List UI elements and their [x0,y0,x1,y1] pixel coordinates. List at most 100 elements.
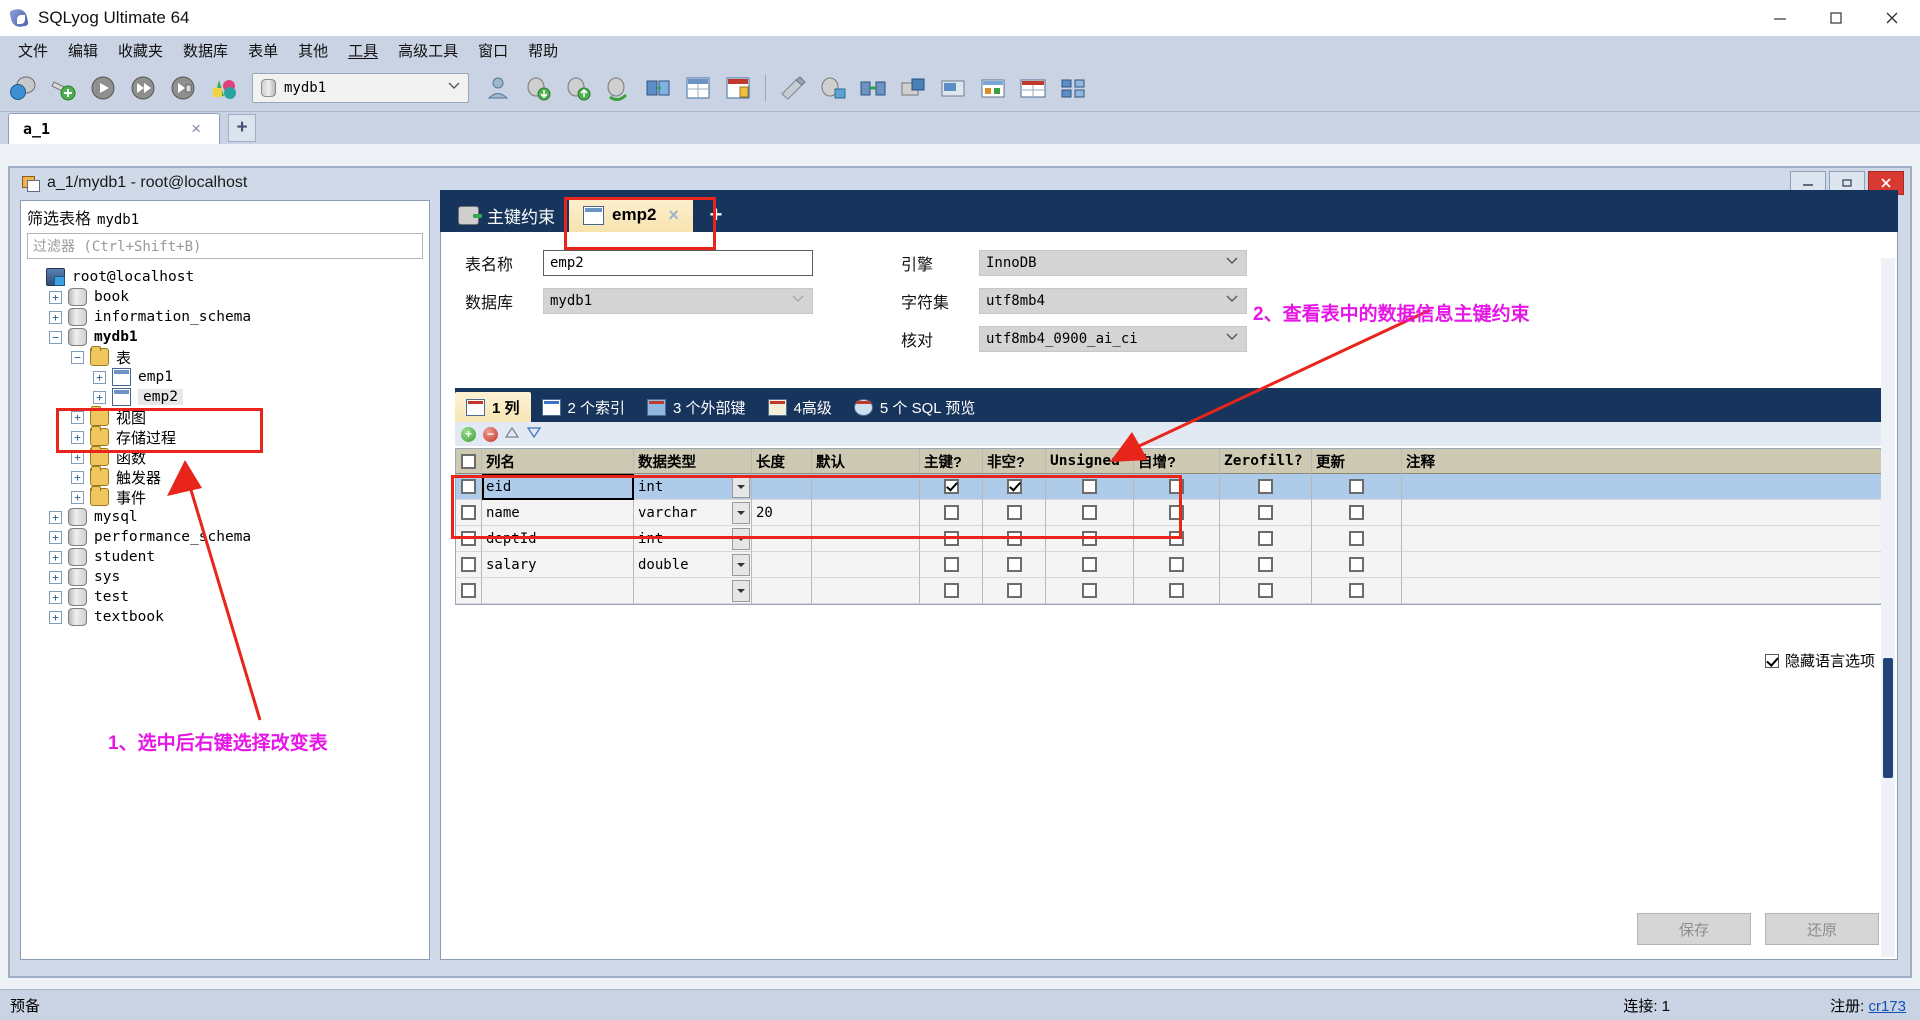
menu-item-file[interactable]: 文件 [8,37,58,64]
registration-user-link[interactable]: cr173 [1868,998,1906,1015]
revert-button[interactable]: 还原 [1765,913,1879,945]
import-data-icon[interactable] [519,69,557,107]
tab-columns[interactable]: 1 列 [455,392,531,422]
table-name-input[interactable]: emp2 [543,250,813,276]
data-type-cell[interactable] [634,578,752,604]
add-column-icon[interactable]: + [461,426,476,442]
menu-item-favorites[interactable]: 收藏夹 [108,37,173,64]
menu-item-form[interactable]: 表单 [238,37,288,64]
auto-increment-checkbox[interactable] [1169,557,1184,572]
close-icon[interactable]: × [191,119,201,139]
execute-all-icon[interactable] [124,69,162,107]
export-data-icon[interactable] [559,69,597,107]
grid-row[interactable]: salary double [456,552,1884,578]
expand-icon[interactable]: + [49,510,62,524]
expand-icon[interactable]: + [93,370,106,384]
menu-item-tools[interactable]: 工具 [338,37,388,64]
primary-key-cell[interactable] [920,578,983,604]
close-icon[interactable] [1864,0,1920,36]
expand-icon[interactable]: + [49,590,62,604]
auto-increment-cell[interactable] [1134,552,1220,578]
collapse-icon[interactable]: − [49,330,62,344]
length-cell[interactable] [752,578,812,604]
expand-icon[interactable]: + [49,310,62,324]
engine-select[interactable]: InnoDB [979,250,1247,276]
zerofill-cell[interactable] [1220,526,1312,552]
save-button[interactable]: 保存 [1637,913,1751,945]
tree-node-表[interactable]: − 表 [27,346,429,367]
default-value-cell[interactable] [812,552,920,578]
unsigned-checkbox[interactable] [1082,557,1097,572]
chevron-down-icon[interactable] [732,579,750,602]
comment-cell[interactable] [1402,526,1884,552]
on-update-checkbox[interactable] [1349,505,1364,520]
on-update-cell[interactable] [1312,578,1402,604]
sync-icon[interactable] [639,69,677,107]
tree-node-root@localhost[interactable]: root@localhost [27,267,429,287]
report-icon[interactable] [974,69,1012,107]
menu-item-window[interactable]: 窗口 [468,37,518,64]
default-value-cell[interactable] [812,578,920,604]
tab-sql-preview[interactable]: 5 个 SQL 预览 [843,392,986,422]
expand-icon[interactable]: + [71,490,84,504]
comment-cell[interactable] [1402,552,1884,578]
on-update-checkbox[interactable] [1349,479,1364,494]
zerofill-cell[interactable] [1220,578,1312,604]
grid-header-select-all[interactable] [456,449,482,474]
zerofill-cell[interactable] [1220,552,1312,578]
on-update-checkbox[interactable] [1349,557,1364,572]
primary-key-checkbox[interactable] [943,557,959,572]
hide-language-option-checkbox[interactable] [1764,653,1779,668]
tree-node-emp2[interactable]: + emp2 [27,387,429,407]
not-null-cell[interactable] [983,578,1046,604]
query-builder-icon[interactable] [1014,69,1052,107]
primary-key-cell[interactable] [920,552,983,578]
auto-increment-cell[interactable] [1134,578,1220,604]
primary-key-checkbox[interactable] [943,583,959,598]
add-connection-icon[interactable] [44,69,82,107]
zerofill-checkbox[interactable] [1258,505,1273,520]
chevron-down-icon[interactable] [732,553,750,576]
zerofill-checkbox[interactable] [1258,557,1273,572]
tab-advanced[interactable]: 4高级 [757,392,843,422]
expand-icon[interactable]: + [49,610,62,624]
row-select-cell[interactable] [456,578,482,604]
menu-item-help[interactable]: 帮助 [518,37,568,64]
tree-node-emp1[interactable]: + emp1 [27,367,429,387]
table-data-icon[interactable] [679,69,717,107]
on-update-cell[interactable] [1312,552,1402,578]
menu-item-others[interactable]: 其他 [288,37,338,64]
object-browser-icon[interactable] [1054,69,1092,107]
not-null-cell[interactable] [983,552,1046,578]
on-update-cell[interactable] [1312,500,1402,526]
menu-item-database[interactable]: 数据库 [173,37,238,64]
zerofill-checkbox[interactable] [1258,583,1273,598]
delete-column-icon[interactable]: − [483,426,498,442]
menu-item-powertools[interactable]: 高级工具 [388,37,468,64]
add-connection-tab-button[interactable]: + [228,114,256,142]
unsigned-checkbox[interactable] [1082,583,1097,598]
expand-icon[interactable]: + [49,550,62,564]
row-select-checkbox[interactable] [461,557,476,572]
refresh-objects-icon[interactable] [204,69,242,107]
data-type-cell[interactable]: double [634,552,752,578]
comment-cell[interactable] [1402,578,1884,604]
schema-designer-icon[interactable] [719,69,757,107]
minimize-icon[interactable] [1752,0,1808,36]
connection-tab-a_1[interactable]: a_1 × [8,113,220,144]
compare-icon[interactable] [854,69,892,107]
unsigned-cell[interactable] [1046,552,1134,578]
on-update-checkbox[interactable] [1349,583,1364,598]
execute-query-icon[interactable] [84,69,122,107]
select-all-checkbox[interactable] [461,453,476,469]
column-name-cell[interactable] [482,578,634,604]
sql-formatter-icon[interactable] [774,69,812,107]
comment-cell[interactable] [1402,500,1884,526]
not-null-checkbox[interactable] [1006,557,1022,572]
expand-icon[interactable]: + [71,470,84,484]
object-filter-input[interactable]: 过滤器 (Ctrl+Shift+B) [27,233,423,259]
editor-tab-primary-key-constraint[interactable]: 主键约束 [444,198,569,232]
new-connection-icon[interactable] [4,69,42,107]
database-selector[interactable]: mydb1 [252,72,469,103]
grid-row[interactable] [456,578,1884,604]
